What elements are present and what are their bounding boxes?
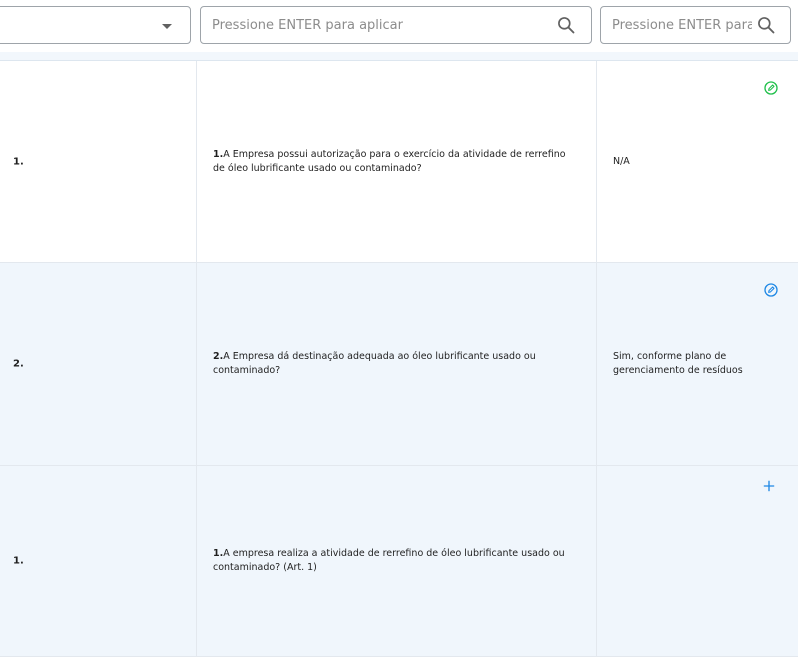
answer-cell: N/A [597,61,798,262]
question-filter-input[interactable] [212,7,542,43]
edit-check-icon[interactable] [763,80,779,96]
answer-text: N/A [613,155,630,167]
question-cell: 1.A empresa realiza a atividade de rerre… [197,466,597,656]
row-number: 1. [13,156,24,167]
search-icon[interactable] [556,15,576,35]
edit-check-icon[interactable] [763,282,779,298]
question-number: 1. [213,148,224,160]
table-row[interactable]: 2. 2.A Empresa dá destinação adequada ao… [0,263,798,466]
number-cell: 2. [0,263,197,465]
question-cell: 1.A Empresa possui autorização para o ex… [197,61,597,262]
table-row[interactable]: 1. 1.A Empresa possui autorização para o… [0,61,798,263]
search-icon[interactable] [756,15,776,35]
question-text: 2.A Empresa dá destinação adequada ao ól… [213,350,568,378]
table-row[interactable]: 1. 1.A empresa realiza a atividade de re… [0,466,798,657]
row-number: 1. [13,555,24,567]
dropdown-caret-icon[interactable] [162,24,172,29]
question-body: A Empresa dá destinação adequada ao óleo… [213,351,536,376]
question-body: A empresa realiza a atividade de rerrefi… [213,548,565,573]
answer-filter-input[interactable] [612,7,752,43]
question-cell: 2.A Empresa dá destinação adequada ao ól… [197,263,597,465]
filter-bar [0,0,798,53]
number-cell: 1. [0,61,197,262]
filter-search-field[interactable] [200,6,592,44]
question-number: 1. [213,548,224,559]
answer-text: Sim, conforme plano de gerenciamento de … [613,351,743,376]
number-cell: 1. [0,466,197,656]
filter-select[interactable] [0,6,191,44]
table-header-strip [0,52,798,61]
answer-cell [597,466,798,656]
question-text: 1.A empresa realiza a atividade de rerre… [213,547,568,575]
plus-icon[interactable] [761,478,777,494]
question-text: 1.A Empresa possui autorização para o ex… [213,148,568,176]
row-number: 2. [13,358,24,370]
filter-search-field-answer[interactable] [600,6,791,44]
question-body: A Empresa possui autorização para o exer… [213,148,566,174]
answer-cell: Sim, conforme plano de gerenciamento de … [597,263,798,465]
checklist-table: 1. 1.A Empresa possui autorização para o… [0,52,798,657]
question-number: 2. [213,351,224,362]
